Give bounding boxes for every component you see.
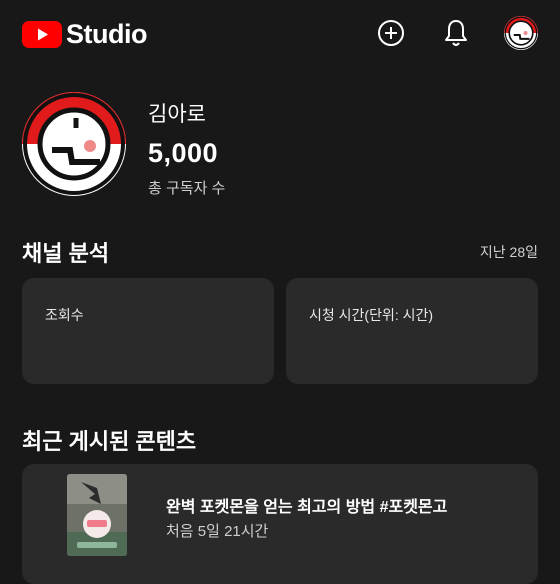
app-header: Studio [0, 0, 560, 68]
video-thumbnail [67, 474, 127, 556]
bell-icon [445, 20, 467, 46]
create-button[interactable] [374, 16, 408, 50]
account-avatar-button[interactable] [504, 16, 538, 50]
notifications-button[interactable] [439, 16, 473, 50]
avatar [504, 16, 538, 50]
video-title[interactable]: 완벽 포켓몬을 얻는 최고의 방법 #포켓몬고 [166, 493, 447, 517]
recent-content-item[interactable]: 완벽 포켓몬을 얻는 최고의 방법 #포켓몬고 처음 5일 21시간 [22, 464, 538, 584]
channel-name: 김아로 [148, 103, 206, 126]
views-card[interactable]: 조회수 [22, 278, 274, 384]
analytics-section-title: 채널 분석 [22, 241, 110, 266]
subscriber-count: 5,000 [148, 138, 219, 168]
studio-logo[interactable]: Studio [22, 20, 147, 48]
recent-content-title: 최근 게시된 콘텐츠 [22, 429, 197, 454]
watch-time-label: 시청 시간(단위: 시간) [309, 307, 434, 323]
logo-text: Studio [66, 19, 147, 49]
views-label: 조회수 [45, 307, 84, 323]
analytics-period: 지난 28일 [479, 244, 538, 260]
watch-time-card[interactable]: 시청 시간(단위: 시간) [286, 278, 538, 384]
channel-avatar[interactable] [22, 92, 126, 196]
youtube-play-icon [22, 20, 62, 48]
add-circle-icon [378, 20, 404, 46]
avatar [22, 92, 126, 196]
video-performance-meta: 처음 5일 21시간 [166, 523, 269, 540]
subscriber-label: 총 구독자 수 [148, 180, 226, 197]
